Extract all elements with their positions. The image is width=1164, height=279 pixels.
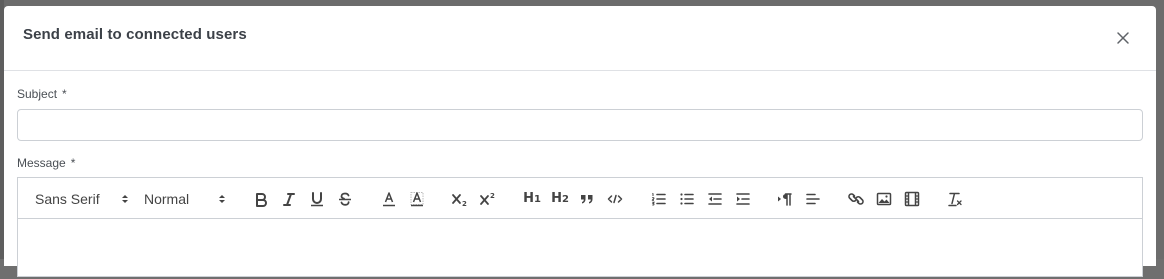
message-body-editor[interactable] bbox=[18, 219, 1142, 279]
superscript-button[interactable]: 2 bbox=[478, 178, 498, 219]
align-left-icon bbox=[806, 193, 820, 204]
heading-1-icon: H1 bbox=[523, 191, 541, 206]
message-editor: Sans Serif Normal 2 2 H1 H2 bbox=[17, 177, 1143, 277]
text-direction-icon bbox=[778, 192, 792, 206]
video-icon bbox=[904, 191, 920, 206]
close-button[interactable] bbox=[1112, 27, 1134, 49]
indent-icon bbox=[736, 192, 750, 205]
send-email-dialog: Send email to connected users Subject * M… bbox=[4, 6, 1156, 277]
picker-arrows-icon bbox=[122, 195, 128, 203]
font-family-picker[interactable]: Sans Serif bbox=[35, 178, 135, 219]
code-icon bbox=[607, 194, 623, 203]
subject-required-marker: * bbox=[62, 87, 67, 101]
italic-icon bbox=[283, 192, 295, 206]
outdent-icon bbox=[708, 192, 722, 205]
indent-button[interactable] bbox=[734, 178, 752, 219]
svg-text:2: 2 bbox=[462, 200, 467, 208]
message-required-marker: * bbox=[70, 156, 76, 170]
text-color-button[interactable] bbox=[380, 178, 398, 219]
font-family-value: Sans Serif bbox=[35, 190, 100, 207]
message-label: Message * bbox=[17, 156, 75, 170]
heading-2-button[interactable]: H2 bbox=[549, 178, 571, 219]
bold-icon bbox=[256, 192, 267, 207]
italic-button[interactable] bbox=[280, 178, 298, 219]
h1-number: 1 bbox=[533, 194, 541, 205]
h2-letter: H bbox=[551, 191, 562, 206]
ordered-list-icon bbox=[651, 192, 666, 205]
quote-icon bbox=[581, 194, 593, 203]
text-color-icon bbox=[383, 191, 395, 206]
strike-button[interactable] bbox=[336, 178, 354, 219]
subscript-icon: 2 bbox=[452, 193, 467, 208]
h2-number: 2 bbox=[561, 194, 569, 205]
font-size-value: Normal bbox=[144, 190, 190, 207]
svg-text:2: 2 bbox=[490, 192, 495, 200]
code-block-button[interactable] bbox=[606, 178, 624, 219]
heading-2-icon: H2 bbox=[551, 191, 569, 206]
outdent-button[interactable] bbox=[706, 178, 724, 219]
close-icon bbox=[1117, 32, 1129, 44]
message-label-text: Message bbox=[17, 156, 66, 170]
subject-label: Subject * bbox=[17, 87, 67, 101]
strikethrough-icon bbox=[339, 192, 351, 206]
dialog-title: Send email to connected users bbox=[23, 26, 247, 43]
h1-letter: H bbox=[523, 191, 534, 206]
ordered-list-button[interactable] bbox=[650, 178, 668, 219]
bullet-list-button[interactable] bbox=[678, 178, 696, 219]
clear-formatting-icon bbox=[948, 192, 962, 206]
link-icon bbox=[848, 192, 864, 205]
font-size-picker[interactable]: Normal bbox=[144, 178, 234, 219]
highlight-color-icon bbox=[410, 191, 424, 206]
background-color-button[interactable] bbox=[408, 178, 426, 219]
text-direction-button[interactable] bbox=[776, 178, 794, 219]
image-icon bbox=[876, 192, 892, 205]
subscript-button[interactable]: 2 bbox=[450, 178, 470, 219]
picker-arrows-icon bbox=[219, 195, 225, 203]
clear-formatting-button[interactable] bbox=[946, 178, 964, 219]
subject-input[interactable] bbox=[17, 109, 1143, 141]
underline-icon bbox=[311, 191, 323, 206]
superscript-icon: 2 bbox=[480, 192, 495, 205]
video-button[interactable] bbox=[903, 178, 921, 219]
blockquote-button[interactable] bbox=[578, 178, 596, 219]
underline-button[interactable] bbox=[308, 178, 326, 219]
link-button[interactable] bbox=[847, 178, 865, 219]
subject-label-text: Subject bbox=[17, 87, 58, 101]
image-button[interactable] bbox=[875, 178, 893, 219]
dialog-header: Send email to connected users bbox=[4, 6, 1156, 71]
heading-1-button[interactable]: H1 bbox=[521, 178, 543, 219]
bold-button[interactable] bbox=[252, 178, 270, 219]
align-button[interactable] bbox=[804, 178, 822, 219]
bullet-list-icon bbox=[680, 192, 694, 205]
editor-toolbar: Sans Serif Normal 2 2 H1 H2 bbox=[18, 178, 1142, 219]
